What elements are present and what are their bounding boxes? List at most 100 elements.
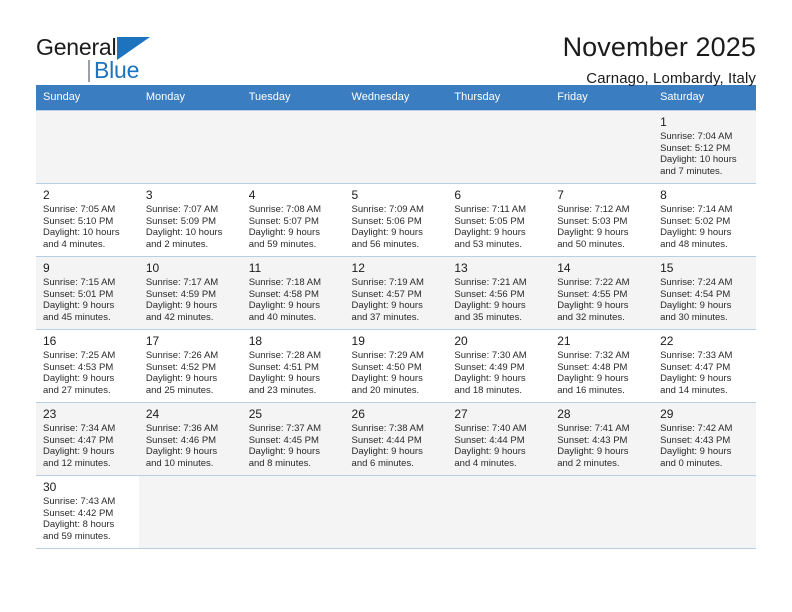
calendar-day-cell[interactable]: 18 Sunrise: 7:28 AM Sunset: 4:51 PM Dayligh… bbox=[241, 329, 345, 403]
calendar-empty-cell bbox=[138, 110, 242, 184]
logo-divider-icon bbox=[88, 60, 90, 82]
sunset-time: Sunset: 5:02 PM bbox=[660, 215, 731, 227]
day-number: 14 bbox=[557, 261, 571, 275]
sunrise-time: Sunrise: 7:11 AM bbox=[454, 204, 527, 215]
day-cell-content bbox=[345, 476, 448, 548]
calendar-empty-cell bbox=[447, 110, 551, 184]
calendar-day-cell[interactable]: 4 Sunrise: 7:08 AM Sunset: 5:07 PM Daylight… bbox=[241, 183, 345, 257]
daylight-duration-line1: Daylight: 10 hours bbox=[145, 227, 223, 239]
sunrise-time: Sunrise: 7:29 AM bbox=[351, 350, 424, 361]
day-cell-content: 4 Sunrise: 7:08 AM Sunset: 5:07 PM Daylight… bbox=[242, 184, 345, 256]
day-number: 22 bbox=[660, 334, 674, 348]
day-cell-content: 5 Sunrise: 7:09 AM Sunset: 5:06 PM Daylight… bbox=[345, 184, 448, 256]
daylight-duration-line1: Daylight: 9 hours bbox=[248, 227, 320, 239]
day-sun-info: Sunrise: 7:17 AM Sunset: 4:59 PM Daylight:… bbox=[146, 277, 236, 323]
calendar-day-cell[interactable]: 30 Sunrise: 7:43 AM Sunset: 4:42 PM Dayligh… bbox=[36, 475, 139, 549]
sunset-time: Sunset: 4:44 PM bbox=[351, 434, 422, 446]
daylight-duration-line1: Daylight: 9 hours bbox=[557, 227, 629, 239]
sunset-time: Sunset: 4:49 PM bbox=[454, 361, 525, 373]
weekday-header-monday: Monday bbox=[138, 85, 242, 111]
sunset-time: Sunset: 4:50 PM bbox=[351, 361, 422, 373]
daylight-duration-line2: and 35 minutes. bbox=[454, 311, 522, 323]
calendar-day-cell[interactable]: 3 Sunrise: 7:07 AM Sunset: 5:09 PM Daylight… bbox=[138, 183, 242, 257]
sunrise-time: Sunrise: 7:19 AM bbox=[351, 277, 424, 288]
daylight-duration-line2: and 4 minutes. bbox=[454, 457, 517, 469]
day-cell-content: 17 Sunrise: 7:26 AM Sunset: 4:52 PM Dayligh… bbox=[139, 330, 242, 402]
calendar-empty-cell bbox=[447, 475, 551, 549]
calendar-day-cell[interactable]: 11 Sunrise: 7:18 AM Sunset: 4:58 PM Dayligh… bbox=[241, 256, 345, 330]
sunset-time: Sunset: 5:05 PM bbox=[454, 215, 525, 227]
daylight-duration-line2: and 45 minutes. bbox=[43, 311, 111, 323]
weekday-header-saturday: Saturday bbox=[653, 85, 756, 111]
calendar-day-cell[interactable]: 17 Sunrise: 7:26 AM Sunset: 4:52 PM Dayligh… bbox=[138, 329, 242, 403]
sunset-time: Sunset: 4:51 PM bbox=[248, 361, 319, 373]
weekday-header-thursday: Thursday bbox=[447, 85, 551, 111]
day-sun-info: Sunrise: 7:09 AM Sunset: 5:06 PM Daylight:… bbox=[352, 204, 442, 250]
calendar-empty-cell bbox=[241, 475, 345, 549]
calendar-empty-cell bbox=[241, 110, 345, 184]
sunrise-time: Sunrise: 7:25 AM bbox=[43, 350, 116, 361]
sunrise-time: Sunrise: 7:21 AM bbox=[454, 277, 527, 288]
day-number: 3 bbox=[145, 188, 153, 202]
calendar-day-cell[interactable]: 15 Sunrise: 7:24 AM Sunset: 4:54 PM Dayligh… bbox=[653, 256, 756, 330]
calendar-day-cell[interactable]: 7 Sunrise: 7:12 AM Sunset: 5:03 PM Daylight… bbox=[550, 183, 654, 257]
calendar-day-cell[interactable]: 29 Sunrise: 7:42 AM Sunset: 4:43 PM Dayligh… bbox=[653, 402, 756, 476]
sunset-time: Sunset: 4:43 PM bbox=[557, 434, 628, 446]
day-cell-content bbox=[242, 476, 345, 548]
calendar-day-cell[interactable]: 9 Sunrise: 7:15 AM Sunset: 5:01 PM Daylight… bbox=[36, 256, 139, 330]
page-header: General Blue November 2025 Carnago, Lomb… bbox=[0, 0, 792, 87]
day-number: 26 bbox=[351, 407, 365, 421]
day-number: 8 bbox=[660, 188, 667, 202]
day-cell-content: 28 Sunrise: 7:41 AM Sunset: 4:43 PM Dayligh… bbox=[550, 403, 653, 475]
calendar-day-cell[interactable]: 27 Sunrise: 7:40 AM Sunset: 4:44 PM Dayligh… bbox=[447, 402, 551, 476]
calendar-week-row: 30 Sunrise: 7:43 AM Sunset: 4:42 PM Dayligh… bbox=[36, 475, 756, 549]
calendar-day-cell[interactable]: 2 Sunrise: 7:05 AM Sunset: 5:10 PM Daylight… bbox=[36, 183, 139, 257]
calendar-day-cell[interactable]: 16 Sunrise: 7:25 AM Sunset: 4:53 PM Dayligh… bbox=[36, 329, 139, 403]
calendar-day-cell[interactable]: 24 Sunrise: 7:36 AM Sunset: 4:46 PM Dayligh… bbox=[138, 402, 242, 476]
calendar-day-cell[interactable]: 20 Sunrise: 7:30 AM Sunset: 4:49 PM Dayligh… bbox=[447, 329, 551, 403]
sunrise-time: Sunrise: 7:38 AM bbox=[351, 423, 424, 434]
daylight-duration-line2: and 30 minutes. bbox=[660, 311, 728, 323]
calendar-day-cell[interactable]: 1 Sunrise: 7:04 AM Sunset: 5:12 PM Daylight… bbox=[653, 110, 756, 184]
daylight-duration-line2: and 16 minutes. bbox=[557, 384, 625, 396]
day-number: 30 bbox=[43, 480, 57, 494]
calendar-day-cell[interactable]: 19 Sunrise: 7:29 AM Sunset: 4:50 PM Dayligh… bbox=[344, 329, 448, 403]
day-sun-info: Sunrise: 7:19 AM Sunset: 4:57 PM Daylight:… bbox=[352, 277, 442, 323]
calendar-day-cell[interactable]: 5 Sunrise: 7:09 AM Sunset: 5:06 PM Daylight… bbox=[344, 183, 448, 257]
daylight-duration-line1: Daylight: 9 hours bbox=[43, 446, 115, 458]
day-cell-content bbox=[550, 476, 653, 548]
daylight-duration-line1: Daylight: 9 hours bbox=[351, 300, 423, 312]
daylight-duration-line1: Daylight: 9 hours bbox=[248, 300, 320, 312]
sunrise-time: Sunrise: 7:33 AM bbox=[660, 350, 733, 361]
day-number: 27 bbox=[454, 407, 468, 421]
calendar-day-cell[interactable]: 6 Sunrise: 7:11 AM Sunset: 5:05 PM Daylight… bbox=[447, 183, 551, 257]
day-cell-content bbox=[447, 111, 550, 183]
daylight-duration-line2: and 48 minutes. bbox=[660, 238, 728, 250]
sunset-time: Sunset: 5:01 PM bbox=[43, 288, 114, 300]
calendar-day-cell[interactable]: 28 Sunrise: 7:41 AM Sunset: 4:43 PM Dayligh… bbox=[550, 402, 654, 476]
calendar-day-cell[interactable]: 23 Sunrise: 7:34 AM Sunset: 4:47 PM Dayligh… bbox=[36, 402, 139, 476]
sunset-time: Sunset: 4:53 PM bbox=[43, 361, 114, 373]
page-subtitle: Carnago, Lombardy, Italy bbox=[586, 70, 756, 88]
sunrise-time: Sunrise: 7:15 AM bbox=[43, 277, 116, 288]
calendar-day-cell[interactable]: 8 Sunrise: 7:14 AM Sunset: 5:02 PM Daylight… bbox=[653, 183, 756, 257]
day-sun-info: Sunrise: 7:28 AM Sunset: 4:51 PM Daylight:… bbox=[249, 350, 339, 396]
calendar-day-cell[interactable]: 10 Sunrise: 7:17 AM Sunset: 4:59 PM Dayligh… bbox=[138, 256, 242, 330]
generalblue-logo[interactable]: General Blue bbox=[36, 30, 226, 88]
calendar-day-cell[interactable]: 13 Sunrise: 7:21 AM Sunset: 4:56 PM Dayligh… bbox=[447, 256, 551, 330]
calendar-day-cell[interactable]: 25 Sunrise: 7:37 AM Sunset: 4:45 PM Dayligh… bbox=[241, 402, 345, 476]
sunrise-time: Sunrise: 7:08 AM bbox=[248, 204, 322, 215]
calendar-empty-cell bbox=[138, 475, 242, 549]
calendar-day-cell[interactable]: 14 Sunrise: 7:22 AM Sunset: 4:55 PM Dayligh… bbox=[550, 256, 654, 330]
calendar-day-cell[interactable]: 21 Sunrise: 7:32 AM Sunset: 4:48 PM Dayligh… bbox=[550, 329, 654, 403]
daylight-duration-line2: and 20 minutes. bbox=[351, 384, 420, 396]
day-number: 15 bbox=[660, 261, 674, 275]
calendar-day-cell[interactable]: 12 Sunrise: 7:19 AM Sunset: 4:57 PM Dayligh… bbox=[344, 256, 448, 330]
sunrise-time: Sunrise: 7:30 AM bbox=[454, 350, 527, 361]
day-sun-info: Sunrise: 7:18 AM Sunset: 4:58 PM Daylight:… bbox=[249, 277, 339, 323]
day-cell-content: 8 Sunrise: 7:14 AM Sunset: 5:02 PM Daylight… bbox=[653, 184, 756, 256]
calendar-body: 1 Sunrise: 7:04 AM Sunset: 5:12 PM Daylight… bbox=[36, 110, 756, 549]
daylight-duration-line1: Daylight: 9 hours bbox=[557, 373, 629, 385]
calendar-day-cell[interactable]: 26 Sunrise: 7:38 AM Sunset: 4:44 PM Dayligh… bbox=[344, 402, 448, 476]
calendar-day-cell[interactable]: 22 Sunrise: 7:33 AM Sunset: 4:47 PM Dayligh… bbox=[653, 329, 756, 403]
